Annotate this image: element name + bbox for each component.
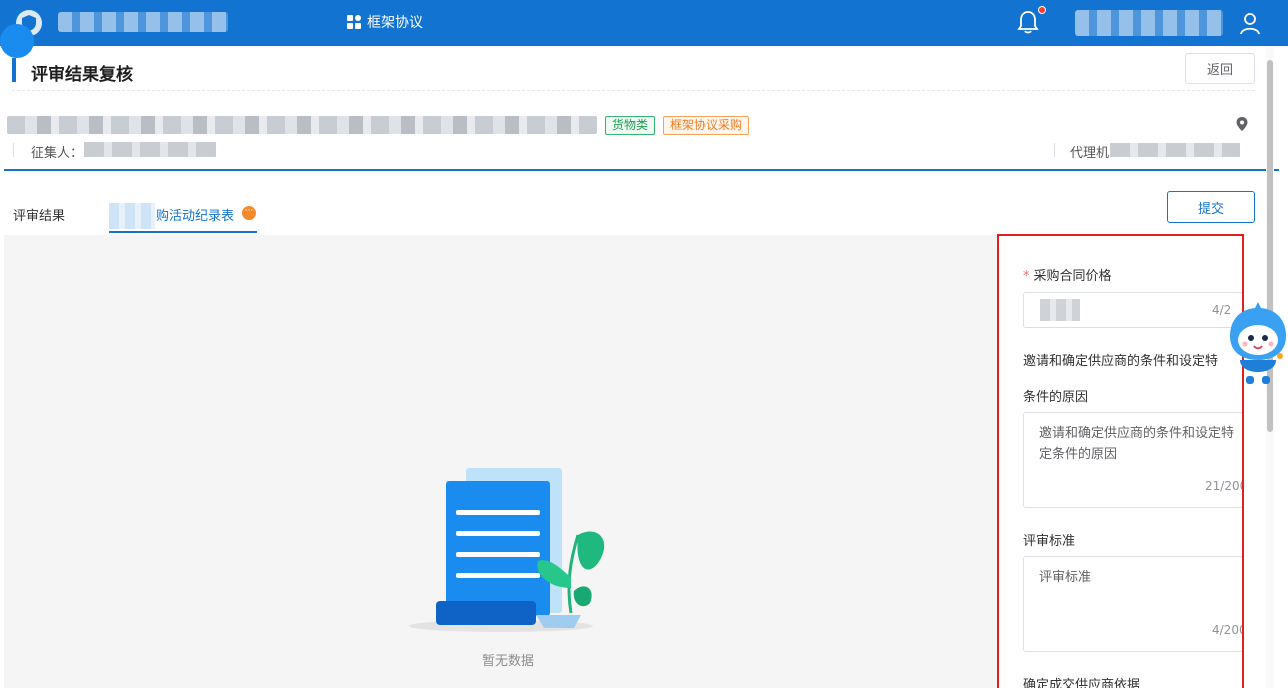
- price-label-text: 采购合同价格: [1033, 269, 1112, 284]
- page-title: 评审结果复核: [31, 65, 133, 85]
- nav-framework-agreement-label: 框架协议: [367, 15, 423, 31]
- info-separator: [13, 143, 14, 157]
- price-input[interactable]: 4/2: [1023, 292, 1242, 328]
- agency-value-redacted: [1110, 143, 1240, 157]
- location-pin-icon[interactable]: [1235, 116, 1249, 132]
- price-value-redacted: [1040, 299, 1080, 321]
- tag-framework-procurement: 框架协议采购: [663, 116, 750, 135]
- reason-textarea[interactable]: 邀请和确定供应商的条件和设定特定条件的原因 21/200: [1023, 412, 1244, 508]
- user-name-redacted[interactable]: [1075, 10, 1223, 36]
- floating-circle[interactable]: [0, 24, 34, 58]
- site-name-redacted: [58, 12, 228, 32]
- reason-counter: 21/200: [1205, 479, 1244, 493]
- tab-procurement-activity-record[interactable]: 购活动纪录表: [156, 205, 234, 224]
- review-form-panel: * 采购合同价格 4/2 邀请和确定供应商的条件和设定特 条件的原因 邀请和确定供…: [997, 234, 1244, 688]
- section-divider: [4, 169, 1279, 171]
- user-icon[interactable]: [1238, 11, 1262, 35]
- back-button[interactable]: 返回: [1185, 53, 1255, 84]
- notification-dot: [1038, 6, 1046, 14]
- bell-icon[interactable]: [1016, 9, 1040, 35]
- supplier-basis-label: 确定成交供应商依据: [1023, 678, 1141, 688]
- reason-textarea-value: 邀请和确定供应商的条件和设定特定条件的原因: [1039, 426, 1235, 462]
- nav-framework-agreement[interactable]: 框架协议: [347, 12, 423, 32]
- info-separator: [1054, 143, 1055, 157]
- empty-state-text: 暂无数据: [481, 654, 534, 669]
- title-accent-bar: [12, 58, 16, 82]
- tab-badge: ···: [242, 206, 256, 220]
- price-field-label: * 采购合同价格: [1023, 265, 1112, 284]
- divider: [12, 90, 1255, 91]
- agency-label: 代理机: [1070, 146, 1110, 161]
- criteria-textarea[interactable]: 评审标准 4/200: [1023, 556, 1244, 652]
- invite-condition-label: 邀请和确定供应商的条件和设定特: [1023, 354, 1219, 369]
- active-tab-underline: [109, 231, 257, 233]
- submit-button[interactable]: 提交: [1167, 191, 1255, 223]
- required-asterisk: *: [1023, 269, 1030, 284]
- criteria-textarea-value: 评审标准: [1039, 570, 1092, 585]
- collector-value-redacted: [84, 142, 216, 157]
- empty-document-illustration: [409, 468, 605, 632]
- grid-icon: [347, 15, 361, 29]
- criteria-label: 评审标准: [1023, 534, 1076, 549]
- tab-review-result[interactable]: 评审结果: [13, 205, 65, 224]
- tag-goods: 货物类: [605, 116, 656, 135]
- collector-label: 征集人：: [31, 146, 84, 161]
- tab-label-redacted: [109, 203, 155, 229]
- reason-label: 条件的原因: [1023, 390, 1089, 405]
- project-name-redacted: [7, 116, 597, 134]
- assistant-mascot-icon[interactable]: [1228, 302, 1288, 386]
- top-navigation-bar: 框架协议: [0, 0, 1288, 46]
- criteria-counter: 4/200: [1212, 623, 1244, 637]
